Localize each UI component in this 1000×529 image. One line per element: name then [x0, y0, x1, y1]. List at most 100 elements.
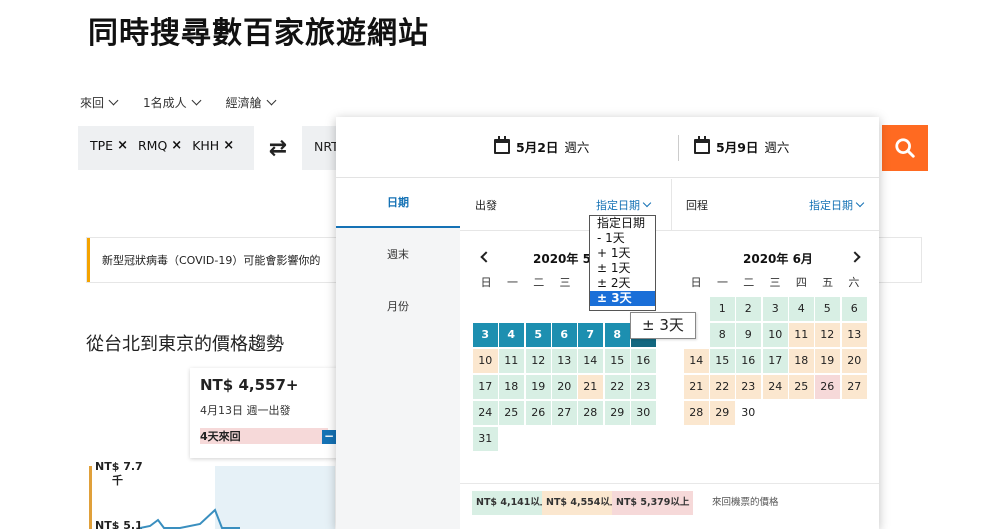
depart-date-field[interactable]: 5月2日 週六: [494, 136, 589, 156]
day-cell[interactable]: 6: [842, 297, 867, 321]
day-cell[interactable]: 3: [473, 323, 498, 347]
day-cell[interactable]: 28: [684, 401, 709, 425]
option-tooltip: ± 3天: [630, 312, 696, 339]
calendar-icon: [494, 136, 510, 154]
return-flex-select[interactable]: 指定日期: [809, 197, 865, 213]
weekday-label: 二: [743, 276, 755, 289]
date-picker-header: 5月2日 週六 5月9日 週六: [336, 117, 879, 178]
day-cell[interactable]: 20: [842, 349, 867, 373]
day-cell[interactable]: 25: [499, 401, 524, 425]
divider: [460, 230, 879, 231]
dropdown-option[interactable]: ± 2天: [590, 276, 655, 291]
day-cell[interactable]: 11: [789, 323, 814, 347]
day-cell[interactable]: 27: [552, 401, 577, 425]
origin-chip: KHH ×: [192, 138, 234, 153]
day-cell[interactable]: 10: [763, 323, 788, 347]
day-cell[interactable]: 15: [710, 349, 735, 373]
legend-high: NT$ 5,379以上: [612, 491, 694, 515]
chevron-down-icon: [108, 95, 119, 106]
day-cell[interactable]: 11: [499, 349, 524, 373]
day-cell[interactable]: 14: [578, 349, 603, 373]
close-icon[interactable]: ×: [223, 138, 234, 153]
day-cell[interactable]: 1: [710, 297, 735, 321]
search-button[interactable]: [882, 125, 928, 171]
dropdown-option[interactable]: + 1天: [590, 246, 655, 261]
day-cell[interactable]: 19: [526, 375, 551, 399]
tab-weekends[interactable]: 週末: [336, 230, 460, 280]
day-cell[interactable]: 30: [736, 401, 761, 425]
day-cell[interactable]: 5: [526, 323, 551, 347]
passengers-select[interactable]: 1名成人: [143, 94, 202, 111]
day-cell[interactable]: 12: [526, 349, 551, 373]
swap-icon[interactable]: ⇄: [254, 126, 302, 170]
return-day-value: 週六: [764, 140, 790, 155]
day-cell[interactable]: 31: [473, 427, 498, 451]
day-cell[interactable]: 2: [736, 297, 761, 321]
return-date-field[interactable]: 5月9日 週六: [694, 136, 790, 156]
chevron-down-icon: [855, 198, 865, 208]
day-cell[interactable]: 8: [710, 323, 735, 347]
day-cell[interactable]: 9: [736, 323, 761, 347]
day-cell[interactable]: 22: [605, 375, 630, 399]
weekday-label: 五: [822, 276, 834, 289]
day-cell[interactable]: 28: [578, 401, 603, 425]
day-cell[interactable]: 29: [710, 401, 735, 425]
day-cell[interactable]: 20: [552, 375, 577, 399]
dropdown-option[interactable]: 指定日期: [590, 216, 655, 231]
day-cell[interactable]: 22: [710, 375, 735, 399]
day-cell[interactable]: 14: [684, 349, 709, 373]
day-cell[interactable]: 19: [815, 349, 840, 373]
close-icon[interactable]: ×: [117, 138, 128, 153]
trip-type-select[interactable]: 來回: [80, 94, 119, 111]
price-card[interactable]: NT$ 4,557+ 4月13日 週一出發 4天來回: [190, 368, 338, 458]
depart-flex-select[interactable]: 指定日期: [596, 197, 652, 213]
axis-label: NT$ 5.1: [95, 519, 143, 529]
day-cell[interactable]: 13: [552, 349, 577, 373]
day-cell[interactable]: 18: [499, 375, 524, 399]
minus-icon[interactable]: −: [322, 430, 336, 444]
day-cell[interactable]: 8: [605, 323, 630, 347]
day-cell[interactable]: 21: [578, 375, 603, 399]
tab-dates[interactable]: 日期: [336, 178, 460, 228]
day-cell[interactable]: 26: [526, 401, 551, 425]
day-cell[interactable]: 16: [736, 349, 761, 373]
day-cell[interactable]: 23: [631, 375, 656, 399]
day-cell[interactable]: 21: [684, 375, 709, 399]
day-cell[interactable]: 29: [605, 401, 630, 425]
flex-days-dropdown[interactable]: 指定日期 - 1天 + 1天 ± 1天 ± 2天 ± 3天: [589, 215, 656, 311]
chevron-right-icon[interactable]: [849, 251, 861, 263]
day-cell[interactable]: 13: [842, 323, 867, 347]
day-cell[interactable]: 17: [763, 349, 788, 373]
chevron-left-icon[interactable]: [480, 251, 492, 263]
day-cell[interactable]: 26: [815, 375, 840, 399]
origin-field[interactable]: TPE × RMQ × KHH ×: [90, 138, 234, 153]
day-cell[interactable]: 4: [789, 297, 814, 321]
axis-label: NT$ 7.7: [95, 460, 143, 473]
close-icon[interactable]: ×: [171, 138, 182, 153]
day-cell[interactable]: 17: [473, 375, 498, 399]
dropdown-option[interactable]: - 1天: [590, 231, 655, 246]
tab-months[interactable]: 月份: [336, 282, 460, 332]
weekday-label: 一: [716, 276, 728, 289]
cabin-class-select[interactable]: 經濟艙: [226, 94, 277, 111]
day-cell[interactable]: 24: [763, 375, 788, 399]
day-cell[interactable]: 18: [789, 349, 814, 373]
origin-code: TPE: [90, 138, 114, 153]
day-cell[interactable]: 10: [473, 349, 498, 373]
day-cell[interactable]: 27: [842, 375, 867, 399]
day-cell[interactable]: 5: [815, 297, 840, 321]
day-cell[interactable]: 7: [578, 323, 603, 347]
day-cell[interactable]: 30: [631, 401, 656, 425]
day-cell[interactable]: 15: [605, 349, 630, 373]
dropdown-option[interactable]: ± 1天: [590, 261, 655, 276]
covid-notice-text: 新型冠狀病毒（COVID-19）可能會影響你的: [102, 254, 321, 267]
day-cell[interactable]: 24: [473, 401, 498, 425]
day-cell[interactable]: 4: [499, 323, 524, 347]
day-cell[interactable]: 6: [552, 323, 577, 347]
day-cell[interactable]: 23: [736, 375, 761, 399]
dropdown-option-selected[interactable]: ± 3天: [590, 291, 655, 306]
day-cell[interactable]: 25: [789, 375, 814, 399]
day-cell[interactable]: 16: [631, 349, 656, 373]
day-cell[interactable]: 12: [815, 323, 840, 347]
day-cell[interactable]: 3: [763, 297, 788, 321]
